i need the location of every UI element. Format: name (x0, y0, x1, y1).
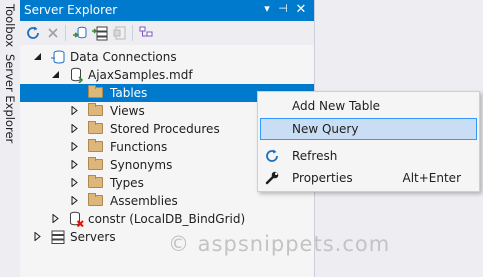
expand-arrow-icon[interactable] (70, 178, 79, 187)
title-bar: Server Explorer ▾ ⊣ ✕ (20, 0, 314, 21)
folder-icon (88, 175, 103, 188)
tree-label: Servers (70, 230, 116, 244)
connect-to-server-icon[interactable] (92, 25, 108, 41)
expand-arrow-icon[interactable] (70, 160, 79, 169)
watermark: © aspsnippets.com (168, 232, 391, 256)
toolbar-separator (132, 25, 133, 41)
expand-arrow-icon[interactable] (70, 142, 79, 151)
toolbox-tab[interactable]: Toolbox (3, 4, 17, 47)
tree-label: Types (110, 176, 144, 190)
database-icon (71, 67, 84, 83)
tree-node-assemblies[interactable]: Assemblies (20, 192, 314, 210)
context-menu: Add New Table New Query Refresh Properti… (257, 91, 480, 192)
servers-icon (51, 230, 65, 244)
tree-label: Functions (110, 140, 168, 154)
tree-label: Tables (110, 86, 148, 100)
window-title: Server Explorer (24, 3, 118, 17)
refresh-icon[interactable] (25, 25, 41, 41)
server-explorer-tab[interactable]: Server Explorer (3, 54, 17, 143)
tree-label: Synonyms (110, 158, 173, 172)
stop-icon[interactable] (45, 25, 61, 41)
menu-item-label: New Query (292, 122, 359, 136)
tree-node-database[interactable]: AjaxSamples.mdf (20, 66, 314, 84)
folder-icon (88, 139, 103, 152)
expand-arrow-icon[interactable] (70, 196, 79, 205)
auto-hide-pin-icon[interactable]: ⊣ (276, 2, 290, 15)
refresh-icon (266, 149, 278, 162)
wrench-icon (265, 171, 279, 185)
expand-arrow-icon[interactable] (70, 124, 79, 133)
tree-node-data-connections[interactable]: Data Connections (20, 48, 314, 66)
filter-icon[interactable] (138, 25, 154, 41)
folder-icon (88, 193, 103, 206)
menu-item-label: Add New Table (292, 99, 381, 113)
connect-to-database-icon[interactable] (72, 25, 88, 41)
collapse-arrow-icon[interactable] (33, 52, 42, 61)
tree-label: AjaxSamples.mdf (88, 68, 193, 82)
tree-label: Data Connections (70, 50, 177, 64)
tree-label: constr (LocalDB_BindGrid) (88, 212, 246, 226)
expand-arrow-icon[interactable] (33, 232, 42, 241)
folder-icon (88, 157, 103, 170)
toolbar-separator (65, 25, 66, 41)
toolbar (20, 21, 314, 45)
menu-item-shortcut: Alt+Enter (402, 171, 461, 185)
folder-icon (88, 103, 103, 116)
expand-arrow-icon[interactable] (70, 106, 79, 115)
close-icon[interactable]: ✕ (294, 2, 308, 17)
tree-label: Views (110, 104, 145, 118)
expand-arrow-icon[interactable] (51, 214, 60, 223)
tree-label: Assemblies (110, 194, 178, 208)
menu-item-refresh[interactable]: Refresh (260, 145, 477, 167)
collapse-arrow-icon[interactable] (51, 70, 60, 79)
tree-label: Stored Procedures (110, 122, 220, 136)
connect-to-sharepoint-icon (113, 26, 126, 40)
data-connections-icon (51, 50, 65, 64)
menu-item-label: Properties (292, 171, 353, 185)
menu-item-label: Refresh (292, 149, 338, 163)
side-tab-strip: Toolbox Server Explorer (0, 0, 20, 277)
menu-item-properties[interactable]: Properties Alt+Enter (260, 167, 477, 189)
folder-icon (88, 121, 103, 134)
disconnected-database-icon (70, 211, 84, 227)
tree-node-constr-connection[interactable]: constr (LocalDB_BindGrid) (20, 210, 314, 228)
window-position-dropdown-icon[interactable]: ▾ (260, 2, 274, 15)
folder-icon (88, 85, 103, 98)
menu-item-add-new-table[interactable]: Add New Table (260, 95, 477, 117)
menu-item-new-query[interactable]: New Query (260, 118, 477, 140)
